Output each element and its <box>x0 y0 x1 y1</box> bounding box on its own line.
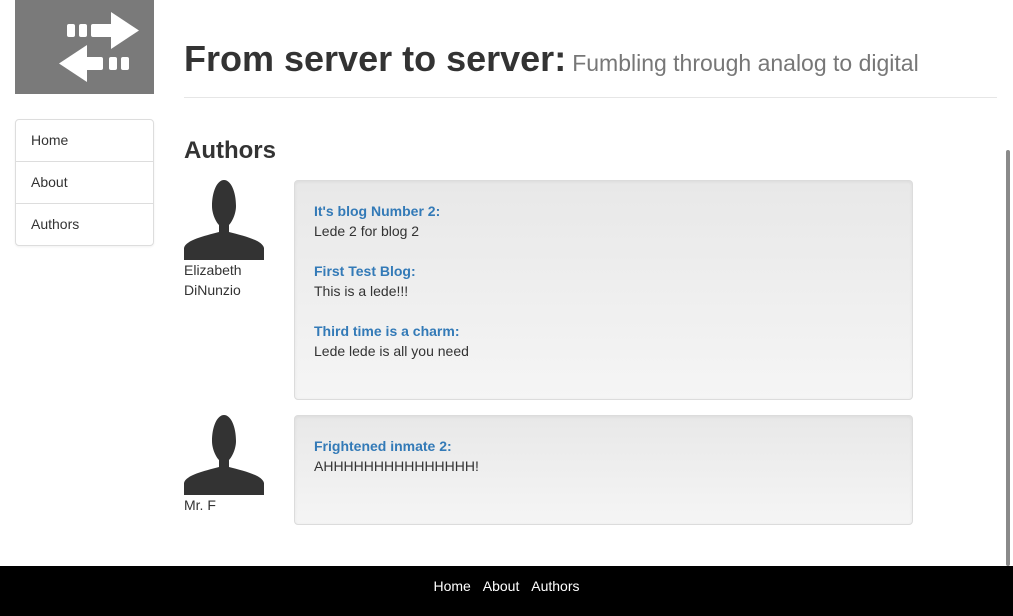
list-item: First Test Blog: This is a lede!!! <box>314 261 893 301</box>
site-subtitle: Fumbling through analog to digital <box>572 50 919 76</box>
list-item: It's blog Number 2: Lede 2 for blog 2 <box>314 201 893 241</box>
author-name[interactable]: Elizabeth DiNunzio <box>184 260 264 300</box>
post-lede: AHHHHHHHHHHHHHHH! <box>314 458 479 474</box>
author-posts-panel: It's blog Number 2: Lede 2 for blog 2 Fi… <box>294 180 913 400</box>
site-header: From server to server: Fumbling through a… <box>184 38 997 98</box>
sidebar-item-authors[interactable]: Authors <box>16 203 153 245</box>
post-title-link[interactable]: It's blog Number 2: <box>314 201 893 221</box>
author-posts-panel: Frightened inmate 2: AHHHHHHHHHHHHHHH! <box>294 415 913 525</box>
post-title-link[interactable]: Third time is a charm: <box>314 321 893 341</box>
scrollbar-thumb[interactable] <box>1006 150 1010 566</box>
footer-link-home[interactable]: Home <box>434 578 471 594</box>
post-title-link[interactable]: Frightened inmate 2: <box>314 436 893 456</box>
site-title: From server to server: <box>184 38 567 79</box>
footer-link-about[interactable]: About <box>483 578 520 594</box>
list-item: Frightened inmate 2: AHHHHHHHHHHHHHHH! <box>314 436 893 476</box>
page-title: Authors <box>184 137 276 164</box>
site-logo[interactable] <box>15 0 154 94</box>
user-silhouette-icon <box>184 415 264 495</box>
post-lede: Lede 2 for blog 2 <box>314 223 420 239</box>
list-item: Third time is a charm: Lede lede is all … <box>314 321 893 361</box>
footer-link-authors[interactable]: Authors <box>531 578 579 594</box>
post-lede: This is a lede!!! <box>314 283 409 299</box>
sidebar-item-home[interactable]: Home <box>16 120 153 161</box>
author-card: Mr. F <box>184 415 264 515</box>
swap-arrows-icon <box>59 12 139 82</box>
site-footer: Home About Authors <box>0 566 1013 616</box>
user-silhouette-icon <box>184 180 264 260</box>
post-title-link[interactable]: First Test Blog: <box>314 261 893 281</box>
sidebar-nav: Home About Authors <box>15 119 154 246</box>
author-name[interactable]: Mr. F <box>184 495 264 515</box>
sidebar-item-about[interactable]: About <box>16 161 153 203</box>
post-lede: Lede lede is all you need <box>314 343 469 359</box>
author-card: Elizabeth DiNunzio <box>184 180 264 300</box>
scrollbar[interactable] <box>1004 150 1013 566</box>
